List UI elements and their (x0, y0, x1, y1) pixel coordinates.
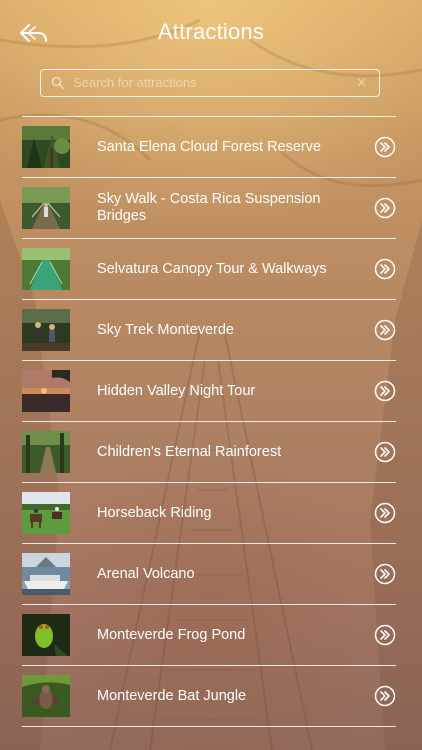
bat-thumbnail (22, 675, 70, 717)
list-item[interactable]: Monteverde Bat Jungle (22, 666, 396, 727)
list-item-label: Horseback Riding (97, 504, 212, 521)
list-item[interactable]: Santa Elena Cloud Forest Reserve (22, 117, 396, 178)
list-item[interactable]: Selvatura Canopy Tour & Walkways (22, 239, 396, 300)
attractions-list: Santa Elena Cloud Forest Reserve Sky Wal… (22, 116, 396, 727)
sunset-thumbnail (22, 370, 70, 412)
page-title: Attractions (157, 19, 265, 44)
double-chevron-right-icon (374, 685, 396, 707)
list-item-label: Children's Eternal Rainforest (97, 443, 282, 460)
search-bar[interactable]: ✕ (40, 69, 380, 97)
double-chevron-right-icon (374, 197, 396, 219)
list-item-label: Sky Walk - Costa Rica Suspension Bridges (97, 191, 321, 224)
search-icon (51, 76, 65, 90)
list-item-label: Hidden Valley Night Tour (97, 382, 256, 399)
list-item[interactable]: Horseback Riding (22, 483, 396, 544)
list-item[interactable]: Monteverde Frog Pond (22, 605, 396, 666)
list-item-label: Monteverde Frog Pond (97, 626, 246, 643)
top-bar: Attractions (0, 0, 422, 66)
list-item[interactable]: Children's Eternal Rainforest (22, 422, 396, 483)
search-input[interactable] (73, 70, 353, 95)
list-item[interactable]: Hidden Valley Night Tour (22, 361, 396, 422)
double-chevron-right-icon (374, 136, 396, 158)
rainforest-path-thumbnail (22, 431, 70, 473)
list-item-label: Selvatura Canopy Tour & Walkways (97, 260, 327, 277)
list-item[interactable]: Sky Walk - Costa Rica Suspension Bridges (22, 178, 396, 239)
list-item[interactable]: Arenal Volcano (22, 544, 396, 605)
double-chevron-right-icon (374, 624, 396, 646)
double-chevron-right-icon (374, 319, 396, 341)
frog-thumbnail (22, 614, 70, 656)
sky-trek-thumbnail (22, 309, 70, 351)
cloud-forest-thumbnail (22, 126, 70, 168)
list-item-label: Arenal Volcano (97, 565, 195, 582)
list-item-label: Santa Elena Cloud Forest Reserve (97, 138, 322, 155)
double-chevron-right-icon (374, 380, 396, 402)
horseback-thumbnail (22, 492, 70, 534)
clear-icon[interactable]: ✕ (356, 75, 367, 91)
double-chevron-right-icon (374, 563, 396, 585)
suspension-bridge-thumbnail (22, 187, 70, 229)
list-item-label: Monteverde Bat Jungle (97, 687, 247, 704)
double-chevron-right-icon (374, 258, 396, 280)
double-chevron-right-icon (374, 441, 396, 463)
volcano-boat-thumbnail (22, 553, 70, 595)
canopy-walkway-thumbnail (22, 248, 70, 290)
double-chevron-right-icon (374, 502, 396, 524)
list-item-label: Sky Trek Monteverde (97, 321, 234, 338)
list-item[interactable]: Sky Trek Monteverde (22, 300, 396, 361)
